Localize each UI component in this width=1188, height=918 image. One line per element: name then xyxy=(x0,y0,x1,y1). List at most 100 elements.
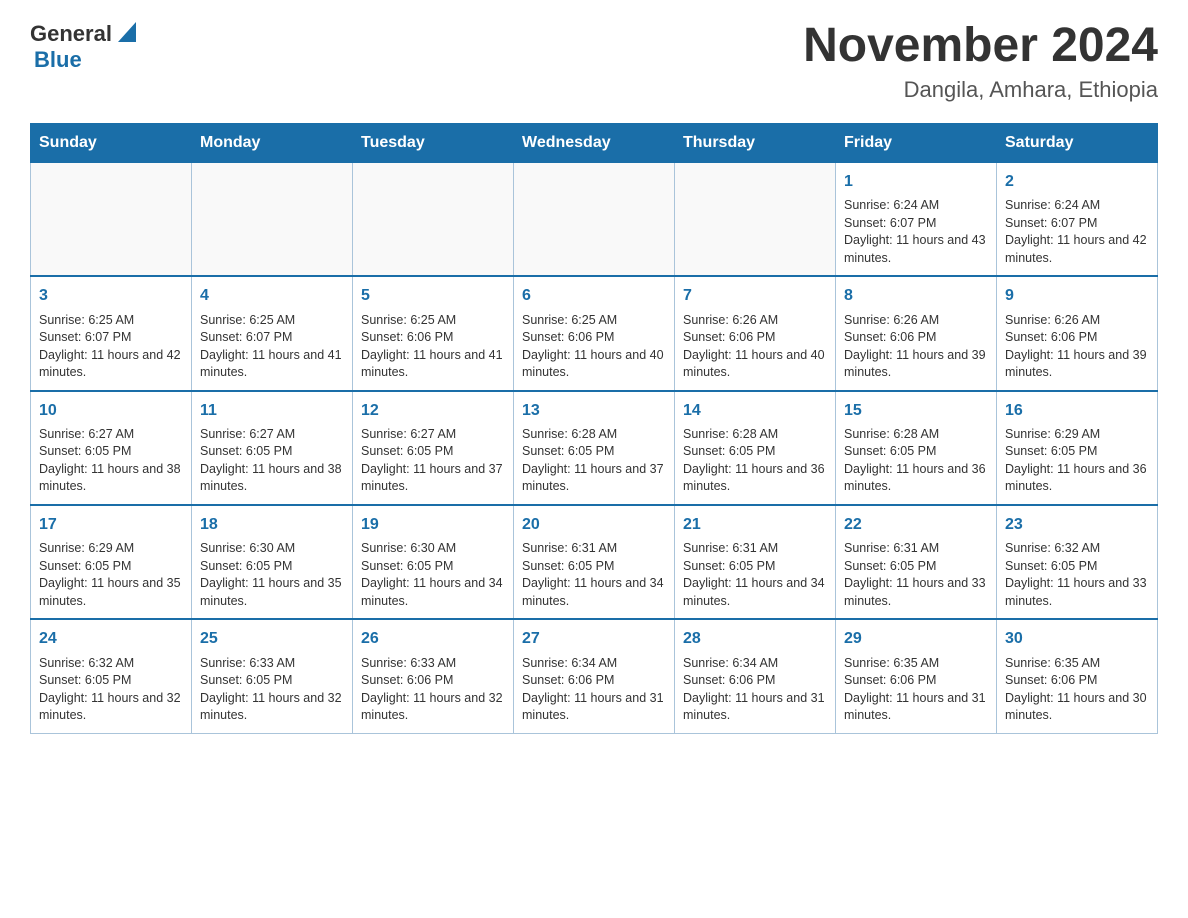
month-year-title: November 2024 xyxy=(803,20,1158,73)
day-info: Sunrise: 6:25 AMSunset: 6:07 PMDaylight:… xyxy=(39,312,183,382)
day-number: 27 xyxy=(522,628,666,650)
day-number: 21 xyxy=(683,514,827,536)
calendar-cell: 19Sunrise: 6:30 AMSunset: 6:05 PMDayligh… xyxy=(353,505,514,619)
day-info: Sunrise: 6:34 AMSunset: 6:06 PMDaylight:… xyxy=(522,655,666,725)
day-number: 24 xyxy=(39,628,183,650)
calendar-week-row-1: 1Sunrise: 6:24 AMSunset: 6:07 PMDaylight… xyxy=(31,162,1158,276)
calendar-cell xyxy=(192,162,353,276)
day-number: 15 xyxy=(844,400,988,422)
day-info: Sunrise: 6:27 AMSunset: 6:05 PMDaylight:… xyxy=(200,426,344,496)
day-number: 20 xyxy=(522,514,666,536)
day-number: 25 xyxy=(200,628,344,650)
weekday-header-friday: Friday xyxy=(836,123,997,162)
logo-blue-text: Blue xyxy=(34,47,82,73)
calendar-cell: 27 Sunrise: 6:34 AMSunset: 6:06 PMDayligh… xyxy=(514,619,675,733)
weekday-header-tuesday: Tuesday xyxy=(353,123,514,162)
calendar-cell: 12 Sunrise: 6:27 AMSunset: 6:05 PMDayligh… xyxy=(353,391,514,505)
calendar-week-row-2: 3 Sunrise: 6:25 AMSunset: 6:07 PMDaylight… xyxy=(31,276,1158,390)
day-info: Sunrise: 6:30 AMSunset: 6:05 PMDaylight:… xyxy=(361,540,505,610)
day-number: 23 xyxy=(1005,514,1149,536)
day-number: 16 xyxy=(1005,400,1149,422)
day-info: Sunrise: 6:28 AMSunset: 6:05 PMDaylight:… xyxy=(683,426,827,496)
calendar-cell: 2 Sunrise: 6:24 AMSunset: 6:07 PMDaylight… xyxy=(997,162,1158,276)
logo: General Blue xyxy=(30,20,136,73)
weekday-header-row: SundayMondayTuesdayWednesdayThursdayFrid… xyxy=(31,123,1158,162)
calendar-cell: 6 Sunrise: 6:25 AMSunset: 6:06 PMDaylight… xyxy=(514,276,675,390)
calendar-cell xyxy=(514,162,675,276)
weekday-header-sunday: Sunday xyxy=(31,123,192,162)
day-number: 3 xyxy=(39,285,183,307)
day-info: Sunrise: 6:26 AMSunset: 6:06 PMDaylight:… xyxy=(844,312,988,382)
day-number: 12 xyxy=(361,400,505,422)
day-info: Sunrise: 6:28 AMSunset: 6:05 PMDaylight:… xyxy=(522,426,666,496)
day-number: 6 xyxy=(522,285,666,307)
day-info: Sunrise: 6:26 AMSunset: 6:06 PMDaylight:… xyxy=(1005,312,1149,382)
calendar-week-row-5: 24Sunrise: 6:32 AMSunset: 6:05 PMDayligh… xyxy=(31,619,1158,733)
day-number: 26 xyxy=(361,628,505,650)
location-subtitle: Dangila, Amhara, Ethiopia xyxy=(803,77,1158,103)
day-info: Sunrise: 6:35 AMSunset: 6:06 PMDaylight:… xyxy=(844,655,988,725)
day-number: 28 xyxy=(683,628,827,650)
calendar-cell: 22Sunrise: 6:31 AMSunset: 6:05 PMDayligh… xyxy=(836,505,997,619)
calendar-cell xyxy=(31,162,192,276)
weekday-header-thursday: Thursday xyxy=(675,123,836,162)
calendar-cell: 30 Sunrise: 6:35 AMSunset: 6:06 PMDayligh… xyxy=(997,619,1158,733)
calendar-cell: 3 Sunrise: 6:25 AMSunset: 6:07 PMDaylight… xyxy=(31,276,192,390)
calendar-cell xyxy=(353,162,514,276)
day-number: 4 xyxy=(200,285,344,307)
day-info: Sunrise: 6:25 AMSunset: 6:06 PMDaylight:… xyxy=(522,312,666,382)
day-number: 17 xyxy=(39,514,183,536)
day-info: Sunrise: 6:34 AMSunset: 6:06 PMDaylight:… xyxy=(683,655,827,725)
calendar-cell: 21Sunrise: 6:31 AMSunset: 6:05 PMDayligh… xyxy=(675,505,836,619)
day-number: 30 xyxy=(1005,628,1149,650)
day-number: 9 xyxy=(1005,285,1149,307)
calendar-cell: 15 Sunrise: 6:28 AMSunset: 6:05 PMDayligh… xyxy=(836,391,997,505)
calendar-cell: 5 Sunrise: 6:25 AMSunset: 6:06 PMDaylight… xyxy=(353,276,514,390)
calendar-cell: 8 Sunrise: 6:26 AMSunset: 6:06 PMDaylight… xyxy=(836,276,997,390)
day-info: Sunrise: 6:29 AMSunset: 6:05 PMDaylight:… xyxy=(39,540,183,610)
logo-general-text: General xyxy=(30,21,112,47)
day-number: 10 xyxy=(39,400,183,422)
day-info: Sunrise: 6:24 AMSunset: 6:07 PMDaylight:… xyxy=(844,197,988,267)
day-number: 11 xyxy=(200,400,344,422)
calendar-cell: 4Sunrise: 6:25 AMSunset: 6:07 PMDaylight… xyxy=(192,276,353,390)
calendar-cell: 9 Sunrise: 6:26 AMSunset: 6:06 PMDaylight… xyxy=(997,276,1158,390)
calendar-cell: 10 Sunrise: 6:27 AMSunset: 6:05 PMDayligh… xyxy=(31,391,192,505)
day-info: Sunrise: 6:33 AMSunset: 6:06 PMDaylight:… xyxy=(361,655,505,725)
weekday-header-wednesday: Wednesday xyxy=(514,123,675,162)
calendar-cell: 24Sunrise: 6:32 AMSunset: 6:05 PMDayligh… xyxy=(31,619,192,733)
day-info: Sunrise: 6:27 AMSunset: 6:05 PMDaylight:… xyxy=(361,426,505,496)
day-number: 7 xyxy=(683,285,827,307)
day-number: 8 xyxy=(844,285,988,307)
day-info: Sunrise: 6:24 AMSunset: 6:07 PMDaylight:… xyxy=(1005,197,1149,267)
day-info: Sunrise: 6:30 AMSunset: 6:05 PMDaylight:… xyxy=(200,540,344,610)
calendar-cell: 23 Sunrise: 6:32 AMSunset: 6:05 PMDayligh… xyxy=(997,505,1158,619)
day-number: 18 xyxy=(200,514,344,536)
day-info: Sunrise: 6:35 AMSunset: 6:06 PMDaylight:… xyxy=(1005,655,1149,725)
calendar-cell: 29 Sunrise: 6:35 AMSunset: 6:06 PMDayligh… xyxy=(836,619,997,733)
calendar-week-row-3: 10 Sunrise: 6:27 AMSunset: 6:05 PMDayligh… xyxy=(31,391,1158,505)
day-info: Sunrise: 6:28 AMSunset: 6:05 PMDaylight:… xyxy=(844,426,988,496)
calendar-cell: 28 Sunrise: 6:34 AMSunset: 6:06 PMDayligh… xyxy=(675,619,836,733)
day-info: Sunrise: 6:32 AMSunset: 6:05 PMDaylight:… xyxy=(1005,540,1149,610)
day-number: 2 xyxy=(1005,171,1149,193)
calendar-cell: 20Sunrise: 6:31 AMSunset: 6:05 PMDayligh… xyxy=(514,505,675,619)
day-number: 22 xyxy=(844,514,988,536)
day-number: 13 xyxy=(522,400,666,422)
weekday-header-saturday: Saturday xyxy=(997,123,1158,162)
day-info: Sunrise: 6:27 AMSunset: 6:05 PMDaylight:… xyxy=(39,426,183,496)
weekday-header-monday: Monday xyxy=(192,123,353,162)
day-info: Sunrise: 6:26 AMSunset: 6:06 PMDaylight:… xyxy=(683,312,827,382)
page-header: General Blue November 2024 Dangila, Amha… xyxy=(30,20,1158,103)
day-number: 29 xyxy=(844,628,988,650)
calendar-cell: 14Sunrise: 6:28 AMSunset: 6:05 PMDayligh… xyxy=(675,391,836,505)
calendar-cell: 16 Sunrise: 6:29 AMSunset: 6:05 PMDayligh… xyxy=(997,391,1158,505)
calendar-week-row-4: 17 Sunrise: 6:29 AMSunset: 6:05 PMDayligh… xyxy=(31,505,1158,619)
day-number: 5 xyxy=(361,285,505,307)
calendar-cell: 1Sunrise: 6:24 AMSunset: 6:07 PMDaylight… xyxy=(836,162,997,276)
calendar-cell: 17 Sunrise: 6:29 AMSunset: 6:05 PMDayligh… xyxy=(31,505,192,619)
calendar-cell: 7 Sunrise: 6:26 AMSunset: 6:06 PMDaylight… xyxy=(675,276,836,390)
day-info: Sunrise: 6:29 AMSunset: 6:05 PMDaylight:… xyxy=(1005,426,1149,496)
day-info: Sunrise: 6:25 AMSunset: 6:06 PMDaylight:… xyxy=(361,312,505,382)
calendar-cell: 13 Sunrise: 6:28 AMSunset: 6:05 PMDayligh… xyxy=(514,391,675,505)
